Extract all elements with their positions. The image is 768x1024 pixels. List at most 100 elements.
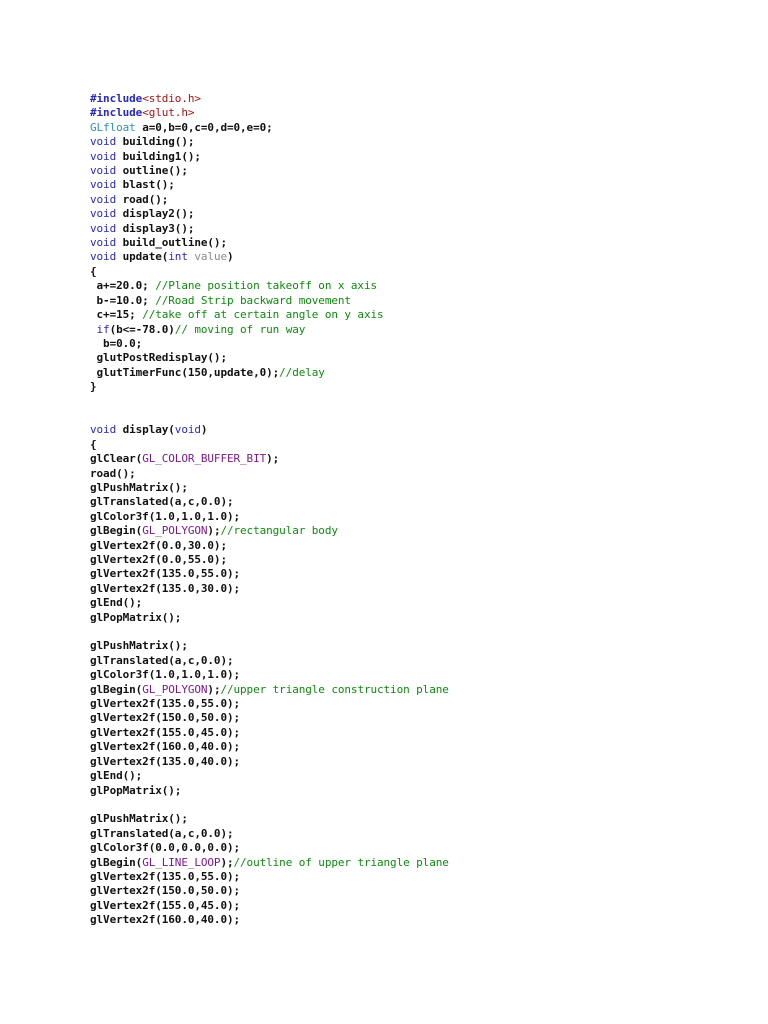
code-line: { [90,265,449,279]
code-line: glVertex2f(135.0,40.0); [90,755,449,769]
code-line: GLfloat a=0,b=0,c=0,d=0,e=0; [90,121,449,135]
code-text: glTranslated(a,c,0.0); [90,826,234,840]
code-line: void display(void) [90,423,449,437]
code-text: building1(); [116,149,201,163]
comment: //delay [279,365,325,379]
code-line: b=0.0; [90,337,449,351]
code-text: glVertex2f(0.0,30.0); [90,538,227,552]
preprocessor: #include [90,92,143,105]
code-text: glColor3f(1.0,1.0,1.0); [90,509,241,523]
code-text: { [90,264,97,278]
code-line: void build_outline(); [90,236,449,250]
code-line: void road(); [90,193,449,207]
keyword: if [96,322,110,336]
keyword: void [90,236,117,250]
code-text: glVertex2f(155.0,45.0); [90,898,241,912]
code-text: glPopMatrix(); [90,783,182,797]
gl-constant: GL_POLYGON [142,524,208,538]
code-line: glPushMatrix(); [90,812,449,826]
code-line: glVertex2f(135.0,55.0); [90,567,449,581]
code-line: glVertex2f(150.0,50.0); [90,711,449,725]
code-text: glBegin( [90,682,143,696]
code-line: glColor3f(0.0,0.0,0.0); [90,841,449,855]
code-line: void display2(); [90,207,449,221]
code-line: glPushMatrix(); [90,639,449,653]
code-text: a+=20.0; [90,279,156,293]
code-line: glPushMatrix(); [90,481,449,495]
code-text: blast(); [116,178,175,192]
code-line: glColor3f(1.0,1.0,1.0); [90,510,449,524]
code-line: if(b<=-78.0)// moving of run way [90,323,449,337]
code-text: ) [227,250,234,264]
code-line: c+=15; //take off at certain angle on y … [90,308,449,322]
code-line: glVertex2f(150.0,50.0); [90,884,449,898]
code-line: glutPostRedisplay(); [90,351,449,365]
parameter-name: value [194,250,228,264]
comment: // moving of run way [174,322,306,336]
code-text: b-=10.0; [90,293,156,307]
code-line: glVertex2f(160.0,40.0); [90,913,449,927]
code-text: glColor3f(1.0,1.0,1.0); [90,668,241,682]
string-literal: <stdio.h> [142,92,201,105]
code-text: display( [116,423,175,437]
keyword: void [90,423,117,437]
code-text: glColor3f(0.0,0.0,0.0); [90,841,241,855]
code-line: void building1(); [90,150,449,164]
keyword: void [90,164,117,178]
code-text: glTranslated(a,c,0.0); [90,653,234,667]
gl-constant: GL_COLOR_BUFFER_BIT [142,452,267,466]
code-text: glEnd(); [90,596,143,610]
keyword: void [174,423,201,437]
keyword: void [90,135,117,149]
code-text: glBegin( [90,524,143,538]
keyword: void [90,149,117,163]
code-text: ); [220,855,234,869]
code-line: #include<stdio.h> [90,92,449,106]
code-line: glVertex2f(0.0,30.0); [90,539,449,553]
code-text: ); [266,452,280,466]
preprocessor: #include [90,106,143,120]
code-text: road(); [116,192,169,206]
code-line: void update(int value) [90,250,449,264]
code-line: #include<glut.h> [90,106,449,120]
code-line: glVertex2f(0.0,55.0); [90,553,449,567]
string-literal: <glut.h> [142,106,195,120]
code-line: glTranslated(a,c,0.0); [90,654,449,668]
code-line: } [90,380,449,394]
code-text: ); [207,524,221,538]
code-text: display3(); [116,221,195,235]
code-text: glVertex2f(150.0,50.0); [90,711,241,725]
code-line: glVertex2f(135.0,55.0); [90,697,449,711]
code-text: a=0,b=0,c=0,d=0,e=0; [135,120,273,134]
code-text: c+=15; [90,308,143,322]
code-text: } [90,380,97,394]
code-line: glPopMatrix(); [90,784,449,798]
code-text: glClear( [90,452,143,466]
code-line: glutTimerFunc(150,update,0);//delay [90,366,449,380]
keyword: void [90,250,117,264]
code-text: road(); [90,466,136,480]
code-text: outline(); [116,164,188,178]
code-line: glBegin(GL_POLYGON);//rectangular body [90,524,449,538]
code-line: glTranslated(a,c,0.0); [90,495,449,509]
code-line: glVertex2f(135.0,55.0); [90,870,449,884]
code-line: glBegin(GL_POLYGON);//upper triangle con… [90,683,449,697]
code-text: ) [200,423,208,437]
comment: //outline of upper triangle plane [233,855,449,869]
code-text: glVertex2f(135.0,55.0); [90,567,241,581]
code-line: glVertex2f(160.0,40.0); [90,740,449,754]
code-line: glVertex2f(155.0,45.0); [90,899,449,913]
code-line: glVertex2f(155.0,45.0); [90,726,449,740]
code-text: glPushMatrix(); [90,480,188,494]
code-text: glutPostRedisplay(); [90,351,228,365]
code-line: glClear(GL_COLOR_BUFFER_BIT); [90,452,449,466]
code-line: glPopMatrix(); [90,611,449,625]
code-line: void display3(); [90,222,449,236]
code-line: glTranslated(a,c,0.0); [90,827,449,841]
comment: //rectangular body [220,524,338,538]
code-text: glVertex2f(135.0,55.0); [90,697,241,711]
code-text: glBegin( [90,855,143,869]
code-text: glPopMatrix(); [90,610,182,624]
